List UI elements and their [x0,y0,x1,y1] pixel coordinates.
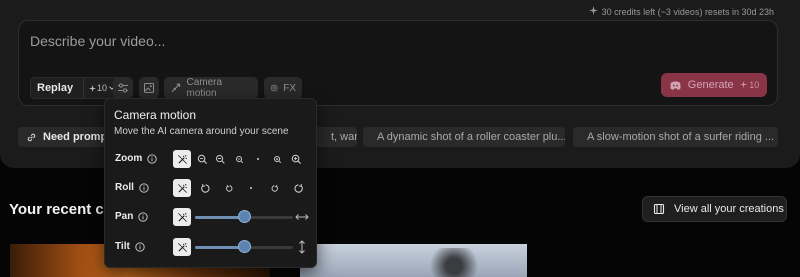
recent-creations-title: Your recent cr [9,201,110,218]
tilt-auto-button[interactable] [173,238,191,256]
horizontal-arrows-icon [295,214,309,220]
camera-motion-button[interactable]: Camera motion [164,77,258,99]
model-cost-value: 10 [97,83,108,93]
zoom-auto-button[interactable] [173,150,191,168]
generate-label: Generate [687,79,734,91]
prompt-composer: Replay 10 [18,20,778,106]
tilt-row: Tilt [105,237,318,257]
zoom-in-light-icon[interactable] [269,151,285,167]
film-icon [653,203,665,215]
tilt-slider-knob[interactable] [237,240,251,253]
generate-cost: 10 [739,80,760,90]
fx-label: FX [283,82,296,94]
pan-slider-fill [195,216,244,219]
roll-cw-strong-icon[interactable] [290,180,306,196]
image-upload-button[interactable] [139,77,159,99]
view-all-creations-button[interactable]: View all your creations [642,196,787,222]
camera-motion-popup: Camera motion Move the AI camera around … [104,98,317,268]
sparkle-icon [89,84,96,92]
row-label: Roll [115,182,134,193]
row-label: Tilt [115,241,130,252]
creation-thumbnail[interactable] [300,244,527,277]
pan-slider-knob[interactable] [237,210,251,223]
roll-none-option[interactable] [243,180,259,196]
tilt-slider-fill [195,246,244,249]
camera-move-icon [171,83,181,93]
generate-cost-value: 10 [749,80,760,90]
roll-row: Roll [105,178,318,198]
zoom-in-strong-icon[interactable] [288,151,304,167]
roll-ccw-strong-icon[interactable] [197,180,213,196]
settings-button[interactable] [113,77,133,99]
row-label: Pan [115,211,134,222]
zoom-row: Zoom [105,149,318,169]
row-label: Zoom [115,153,143,164]
roll-ccw-light-icon[interactable] [221,180,237,196]
chip-label: A slow-motion shot of a surfer riding ..… [587,131,775,143]
magic-wand-icon [177,242,187,252]
model-cost[interactable]: 10 [83,78,116,98]
sparkle-icon [739,81,747,88]
info-icon[interactable] [139,182,149,193]
roll-cw-light-icon[interactable] [266,180,282,196]
camera-motion-label: Camera motion [186,77,223,99]
credits-text: 30 credits left (~3 videos) resets in 30… [601,6,774,17]
magic-wand-icon [177,212,187,222]
roll-auto-button[interactable] [173,179,191,197]
magic-wand-icon [177,154,187,164]
image-plus-icon [144,83,154,93]
sliders-icon [118,83,128,93]
generate-button[interactable]: Generate 10 [661,73,767,97]
roll-label: Roll [115,182,149,193]
zoom-out-strong-icon[interactable] [194,151,210,167]
prompt-input[interactable] [30,33,630,49]
pan-auto-button[interactable] [173,208,191,226]
credits-status: 30 credits left (~3 videos) resets in 30… [588,6,774,17]
info-icon[interactable] [138,211,148,222]
vertical-arrows-icon [299,240,305,254]
suggestion-chip[interactable]: A dynamic shot of a roller coaster plu..… [363,127,565,147]
pan-label: Pan [115,211,148,222]
discord-icon [670,80,681,90]
info-icon[interactable] [135,241,145,252]
zoom-label: Zoom [115,153,157,164]
popup-description: Move the AI camera around your scene [114,126,289,137]
chip-label: A dynamic shot of a roller coaster plu..… [377,131,565,143]
chip-label: Need prompt [43,131,111,143]
chip-label: t, war... [331,131,357,143]
tilt-label: Tilt [115,241,145,252]
zoom-out-medium-icon[interactable] [212,151,228,167]
info-icon[interactable] [147,153,157,164]
fx-button[interactable]: FX [264,77,302,99]
suggestion-chip[interactable]: A slow-motion shot of a surfer riding ..… [573,127,778,147]
link-icon [27,133,36,141]
model-name: Replay [37,82,74,94]
popup-title: Camera motion [114,108,197,122]
fx-icon [270,84,278,92]
magic-wand-icon [177,183,187,193]
zoom-none-option[interactable] [250,151,266,167]
sparkle-icon [588,6,598,17]
pan-row: Pan [105,207,318,227]
zoom-out-light-icon[interactable] [231,151,247,167]
view-all-label: View all your creations [674,203,784,215]
